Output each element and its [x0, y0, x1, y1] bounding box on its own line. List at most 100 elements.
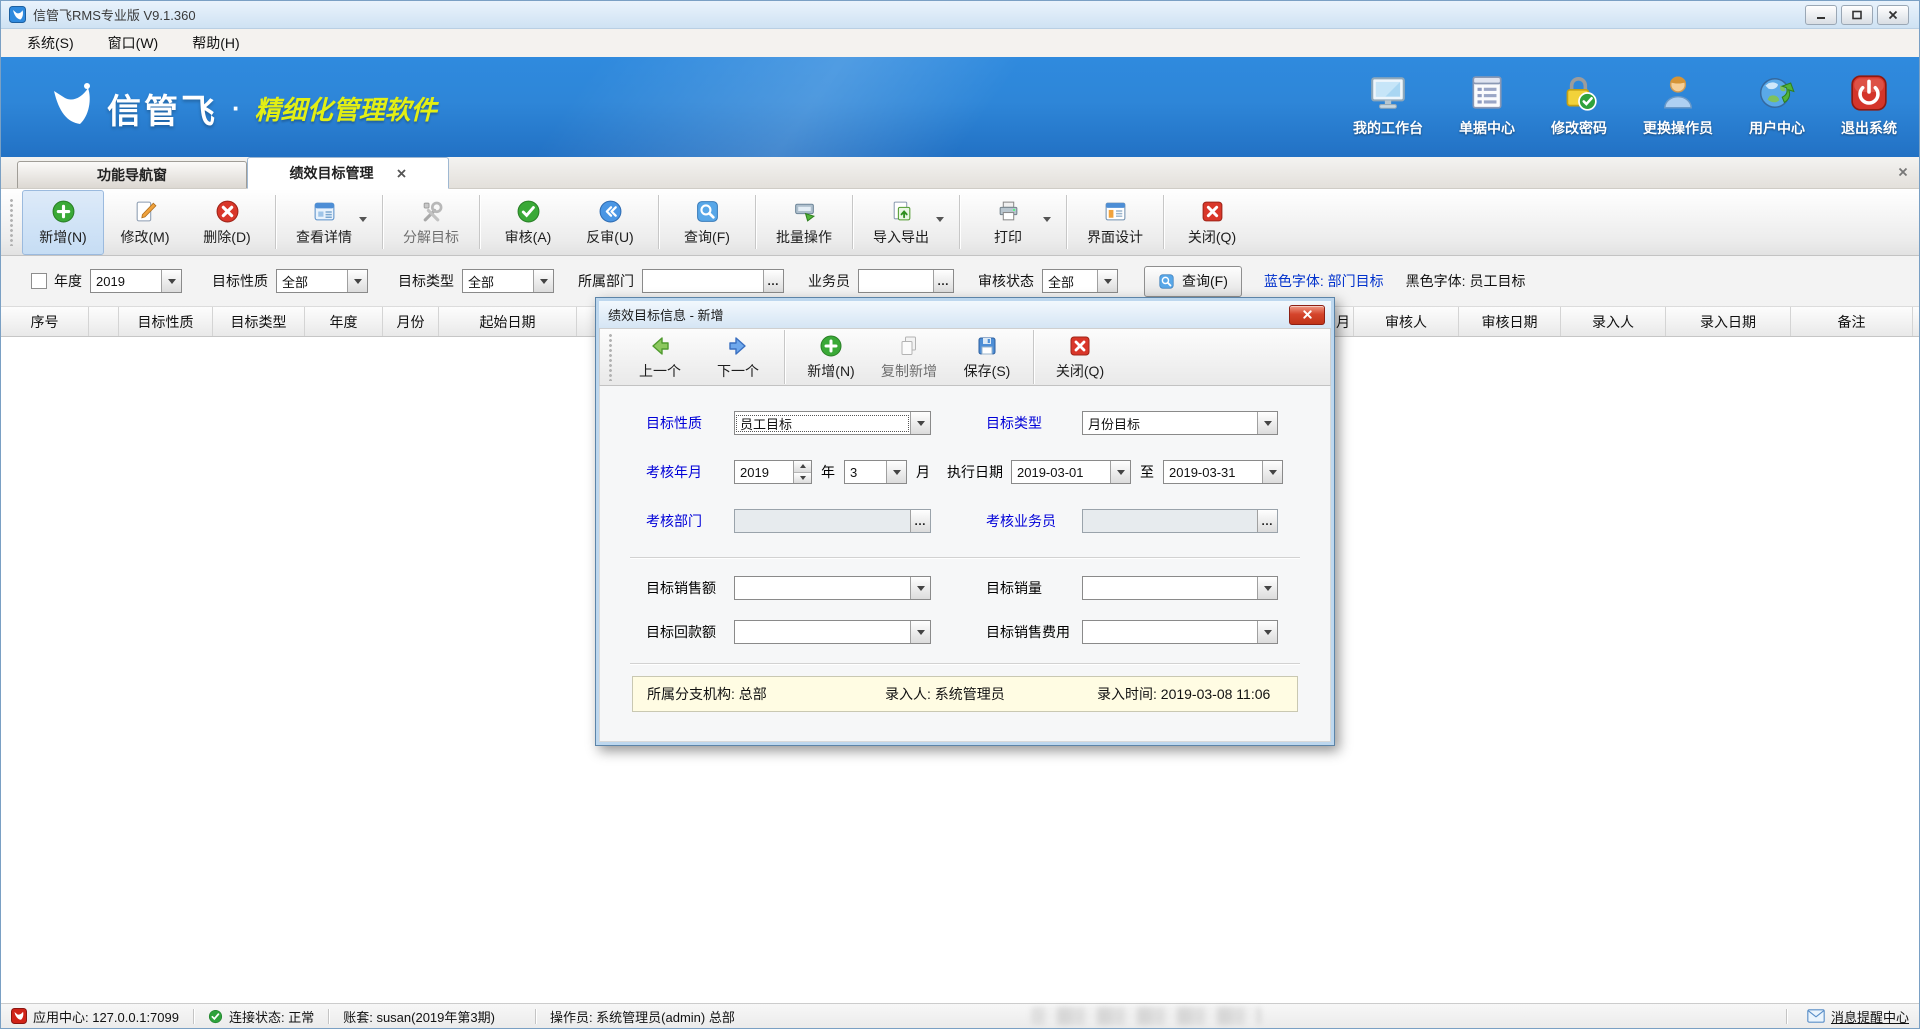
minimize-button[interactable] [1805, 5, 1837, 25]
toolbar-view-detail-button[interactable]: 查看详情 [283, 190, 375, 255]
dropdown-button[interactable] [1110, 461, 1130, 483]
dialog-copy-new-button[interactable]: 复制新增 [870, 329, 948, 385]
lookup-ellipsis-button[interactable]: … [1257, 510, 1277, 532]
target-nature-select[interactable]: 全部 [276, 269, 368, 293]
salesman-lookup[interactable]: … [858, 269, 954, 293]
dropdown-button[interactable] [886, 461, 906, 483]
target-expense-select[interactable] [1082, 620, 1278, 644]
exec-to-date[interactable]: 2019-03-31 [1163, 460, 1283, 484]
toolbar-separator [658, 195, 659, 249]
target-sales-qty-select[interactable] [1082, 576, 1278, 600]
toolbar-query-button[interactable]: 查询(F) [666, 190, 748, 255]
menu-window[interactable]: 窗口(W) [92, 29, 175, 57]
toolbar-grip[interactable] [608, 333, 615, 381]
dropdown-caret-icon[interactable] [1043, 217, 1051, 222]
assess-salesman-lookup[interactable]: … [1082, 509, 1278, 533]
target-payment-select[interactable] [734, 620, 931, 644]
nature-field-select[interactable]: 员工目标 [734, 411, 931, 435]
dialog-prev-button[interactable]: 上一个 [621, 329, 699, 385]
dialog-next-button[interactable]: 下一个 [699, 329, 777, 385]
toolbar-delete-button[interactable]: 删除(D) [186, 190, 268, 255]
dropdown-button[interactable] [1262, 461, 1282, 483]
dialog-close-button[interactable] [1289, 305, 1325, 325]
toolbar-print-button[interactable]: 打印 [967, 190, 1059, 255]
menu-help[interactable]: 帮助(H) [176, 29, 255, 57]
banner-action-switch-operator[interactable]: 更换操作员 [1643, 73, 1713, 138]
toolbar-add-button[interactable]: 新增(N) [22, 190, 104, 255]
column-header-creator[interactable]: 录入人 [1561, 307, 1666, 336]
column-header-create-date[interactable]: 录入日期 [1666, 307, 1791, 336]
column-header-year[interactable]: 年度 [305, 307, 383, 336]
column-header-seq[interactable]: 序号 [1, 307, 89, 336]
toolbar-close-button[interactable]: 关闭(Q) [1171, 190, 1253, 255]
tab-function-navigator[interactable]: 功能导航窗 [17, 161, 247, 188]
status-app-center[interactable]: 应用中心: 127.0.0.1:7099 [11, 1007, 179, 1026]
department-lookup[interactable]: … [642, 269, 784, 293]
column-header-auditor[interactable]: 审核人 [1354, 307, 1459, 336]
toolbar-unaudit-button[interactable]: 反审(U) [569, 190, 651, 255]
dropdown-button[interactable] [1257, 577, 1277, 599]
lookup-ellipsis-button[interactable]: … [933, 270, 953, 292]
spin-down-button[interactable] [794, 472, 811, 484]
dialog-close-toolbar-button[interactable]: 关闭(Q) [1041, 329, 1119, 385]
next-arrow-icon [726, 334, 750, 358]
brand-slogan: 精细化管理软件 [255, 90, 437, 127]
year-checkbox[interactable] [31, 273, 47, 289]
spin-up-button[interactable] [794, 461, 811, 472]
message-center-link[interactable]: 消息提醒中心 [1772, 1007, 1909, 1026]
month-select[interactable]: 3 [844, 460, 907, 484]
audit-status-select[interactable]: 全部 [1042, 269, 1118, 293]
column-header-remark[interactable]: 备注 [1791, 307, 1913, 336]
toolbar-grip[interactable] [9, 198, 16, 246]
toolbar-edit-button[interactable]: 修改(M) [104, 190, 186, 255]
dropdown-button[interactable] [347, 270, 367, 292]
tab-strip-close-icon[interactable] [1897, 165, 1909, 183]
dropdown-caret-icon[interactable] [359, 217, 367, 222]
dialog-add-button[interactable]: 新增(N) [792, 329, 870, 385]
dropdown-button[interactable] [1257, 412, 1277, 434]
target-sales-amount-select[interactable] [734, 576, 931, 600]
brand-name: 信管飞 [107, 84, 218, 133]
lookup-ellipsis-button[interactable]: … [763, 270, 783, 292]
banner-action-exit[interactable]: 退出系统 [1841, 73, 1897, 138]
toolbar-batch-operation-button[interactable]: 批量操作 [763, 190, 845, 255]
toolbar-ui-design-button[interactable]: 界面设计 [1074, 190, 1156, 255]
tab-performance-target[interactable]: 绩效目标管理 [247, 157, 449, 189]
dialog-title-bar[interactable]: 绩效目标信息 - 新增 [599, 301, 1331, 328]
dropdown-button[interactable] [1257, 621, 1277, 643]
menu-system[interactable]: 系统(S) [11, 29, 90, 57]
column-header-month[interactable]: 月份 [383, 307, 439, 336]
year-select[interactable]: 2019 [90, 269, 182, 293]
target-type-select[interactable]: 全部 [462, 269, 554, 293]
banner-action-user-center[interactable]: 用户中心 [1749, 73, 1805, 138]
toolbar-audit-button[interactable]: 审核(A) [487, 190, 569, 255]
dropdown-button[interactable] [533, 270, 553, 292]
banner-action-workbench[interactable]: 我的工作台 [1353, 73, 1423, 138]
dropdown-button[interactable] [910, 577, 930, 599]
column-header-filler [1913, 307, 1919, 336]
maximize-button[interactable] [1841, 5, 1873, 25]
dialog-save-button[interactable]: 保存(S) [948, 329, 1026, 385]
column-header-blank[interactable] [89, 307, 119, 336]
toolbar-decompose-target-button[interactable]: 分解目标 [390, 190, 472, 255]
banner-action-documents[interactable]: 单据中心 [1459, 73, 1515, 138]
dropdown-button[interactable] [910, 412, 930, 434]
type-field-select[interactable]: 月份目标 [1082, 411, 1278, 435]
toolbar-import-export-button[interactable]: 导入导出 [860, 190, 952, 255]
exec-from-date[interactable]: 2019-03-01 [1011, 460, 1131, 484]
year-spinner[interactable]: 2019 [734, 460, 812, 484]
tab-close-icon[interactable] [396, 168, 407, 179]
lookup-ellipsis-button[interactable]: … [910, 510, 930, 532]
dropdown-button[interactable] [161, 270, 181, 292]
query-button[interactable]: 查询(F) [1144, 266, 1242, 297]
assess-dept-lookup[interactable]: … [734, 509, 931, 533]
dropdown-button[interactable] [1097, 270, 1117, 292]
column-header-type[interactable]: 目标类型 [213, 307, 305, 336]
close-button[interactable] [1877, 5, 1909, 25]
dropdown-caret-icon[interactable] [936, 217, 944, 222]
column-header-nature[interactable]: 目标性质 [119, 307, 213, 336]
banner-action-change-password[interactable]: 修改密码 [1551, 73, 1607, 138]
dropdown-button[interactable] [910, 621, 930, 643]
column-header-start-date[interactable]: 起始日期 [439, 307, 577, 336]
column-header-audit-date[interactable]: 审核日期 [1459, 307, 1561, 336]
